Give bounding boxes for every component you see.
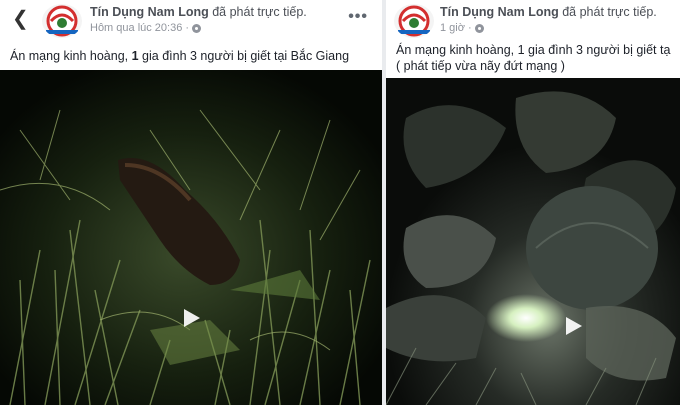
post-header: ❮ Tín Dụng Nam Long đã phát trực tiếp. H… xyxy=(0,0,382,42)
action-text: đã phát trực tiếp. xyxy=(562,5,657,19)
page-name[interactable]: Tín Dụng Nam Long xyxy=(440,5,559,19)
meta-separator: · xyxy=(185,22,190,34)
more-options-icon[interactable]: ••• xyxy=(348,8,368,26)
caption-bold: 1 xyxy=(131,49,139,63)
caption-line-2: ( phát tiếp vừa nãy đứt mạng ) xyxy=(396,59,565,73)
privacy-gear-icon xyxy=(192,23,202,33)
post-header-text: Tín Dụng Nam Long đã phát trực tiếp. Hôm… xyxy=(90,5,307,34)
post-caption: Án mạng kinh hoàng, 1 gia đình 3 người b… xyxy=(0,48,382,64)
back-arrow-icon[interactable]: ❮ xyxy=(12,8,30,30)
post-header-text: Tín Dụng Nam Long đã phát trực tiếp. 1 g… xyxy=(440,5,657,34)
play-icon[interactable] xyxy=(566,317,582,335)
post-meta: 1 giờ · xyxy=(440,22,657,34)
author-line: Tín Dụng Nam Long đã phát trực tiếp. xyxy=(90,5,307,19)
video-player[interactable] xyxy=(0,70,382,405)
post-meta: Hôm qua lúc 20:36 · xyxy=(90,22,307,34)
caption-suffix: gia đình 3 người bị giết tại Bắc Giang xyxy=(138,49,350,63)
play-icon[interactable] xyxy=(184,309,200,327)
timestamp[interactable]: Hôm qua lúc 20:36 xyxy=(90,22,182,34)
left-post-panel: ❮ Tín Dụng Nam Long đã phát trực tiếp. H… xyxy=(0,0,382,405)
right-post-panel: Tín Dụng Nam Long đã phát trực tiếp. 1 g… xyxy=(386,0,680,405)
avatar[interactable] xyxy=(42,4,82,38)
page-name[interactable]: Tín Dụng Nam Long xyxy=(90,5,209,19)
video-frame-leaves xyxy=(386,78,680,405)
post-header: Tín Dụng Nam Long đã phát trực tiếp. 1 g… xyxy=(386,0,680,42)
caption-line-1: Án mạng kinh hoàng, 1 gia đình 3 người b… xyxy=(396,43,671,57)
video-player[interactable] xyxy=(386,78,680,405)
post-caption: Án mạng kinh hoàng, 1 gia đình 3 người b… xyxy=(386,42,680,74)
author-line: Tín Dụng Nam Long đã phát trực tiếp. xyxy=(440,5,657,19)
timestamp[interactable]: 1 giờ xyxy=(440,22,465,34)
privacy-gear-icon xyxy=(474,23,484,33)
action-text: đã phát trực tiếp. xyxy=(212,5,307,19)
avatar[interactable] xyxy=(394,4,434,38)
meta-separator: · xyxy=(467,22,472,34)
video-frame-grass xyxy=(0,70,382,405)
caption-prefix: Án mạng kinh hoàng, xyxy=(10,49,132,63)
